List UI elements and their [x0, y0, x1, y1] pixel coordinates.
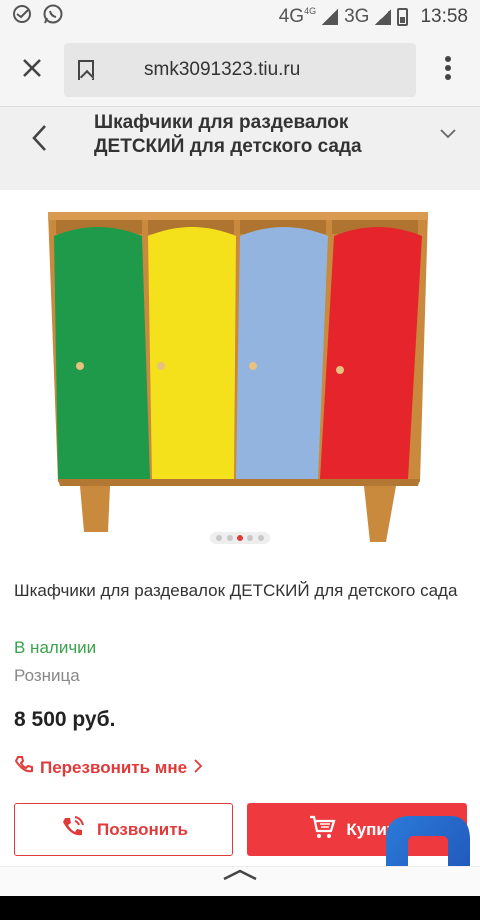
status-bar: 4G4G 3G 13:58	[0, 0, 480, 34]
bookmark-icon[interactable]	[78, 60, 94, 80]
carousel-dot[interactable]	[226, 535, 233, 541]
bottom-sheet-handle[interactable]	[0, 866, 480, 896]
availability-status: В наличии	[14, 638, 97, 657]
status-right-icons: 4G4G 3G 13:58	[279, 6, 468, 28]
product-image[interactable]	[0, 190, 480, 550]
network-4g-indicator: 4G4G	[278, 6, 317, 27]
battery-icon	[397, 8, 409, 26]
product-price: 8 500 руб.	[14, 708, 116, 731]
callback-label: Перезвонить мне	[40, 757, 188, 777]
close-icon[interactable]	[0, 53, 64, 87]
call-button[interactable]: Позвонить	[14, 803, 233, 856]
product-name: Шкафчики для раздевалок ДЕТСКИЙ для детс…	[14, 581, 458, 600]
whatsapp-icon	[42, 3, 64, 31]
back-chevron-icon[interactable]	[30, 123, 48, 162]
system-nav-bar	[0, 896, 480, 920]
sberbank-icon	[12, 4, 32, 30]
browser-address-bar: smk3091323.tiu.ru	[0, 34, 480, 106]
chevron-right-icon	[193, 758, 203, 778]
carousel-dot[interactable]	[247, 535, 254, 541]
locker-illustration	[48, 212, 428, 542]
carousel-dot[interactable]	[216, 535, 223, 541]
call-button-label: Позвонить	[97, 819, 188, 839]
carousel-dots[interactable]	[210, 532, 270, 544]
page-header: Шкафчики для раздевалок ДЕТСКИЙ для детс…	[0, 106, 480, 190]
url-field[interactable]: smk3091323.tiu.ru	[64, 43, 416, 97]
cart-icon	[308, 814, 336, 845]
chevron-down-icon[interactable]	[440, 123, 456, 144]
status-time: 13:58	[420, 6, 468, 27]
carousel-dot[interactable]	[257, 535, 264, 541]
price-type: Розница	[14, 666, 80, 685]
callback-link[interactable]: Перезвонить мне	[14, 755, 203, 780]
more-vert-icon[interactable]	[416, 55, 480, 85]
status-left-icons	[12, 3, 64, 31]
phone-ring-icon	[59, 813, 87, 846]
phone-icon	[14, 755, 34, 780]
chevron-up-icon	[223, 869, 257, 881]
signal-icon	[322, 9, 339, 25]
carousel-dot-active[interactable]	[236, 535, 243, 541]
network-3g-indicator: 3G	[344, 6, 370, 27]
page-title: Шкафчики для раздевалок ДЕТСКИЙ для детс…	[94, 112, 362, 157]
signal-icon	[375, 9, 392, 25]
url-text: smk3091323.tiu.ru	[144, 59, 301, 80]
